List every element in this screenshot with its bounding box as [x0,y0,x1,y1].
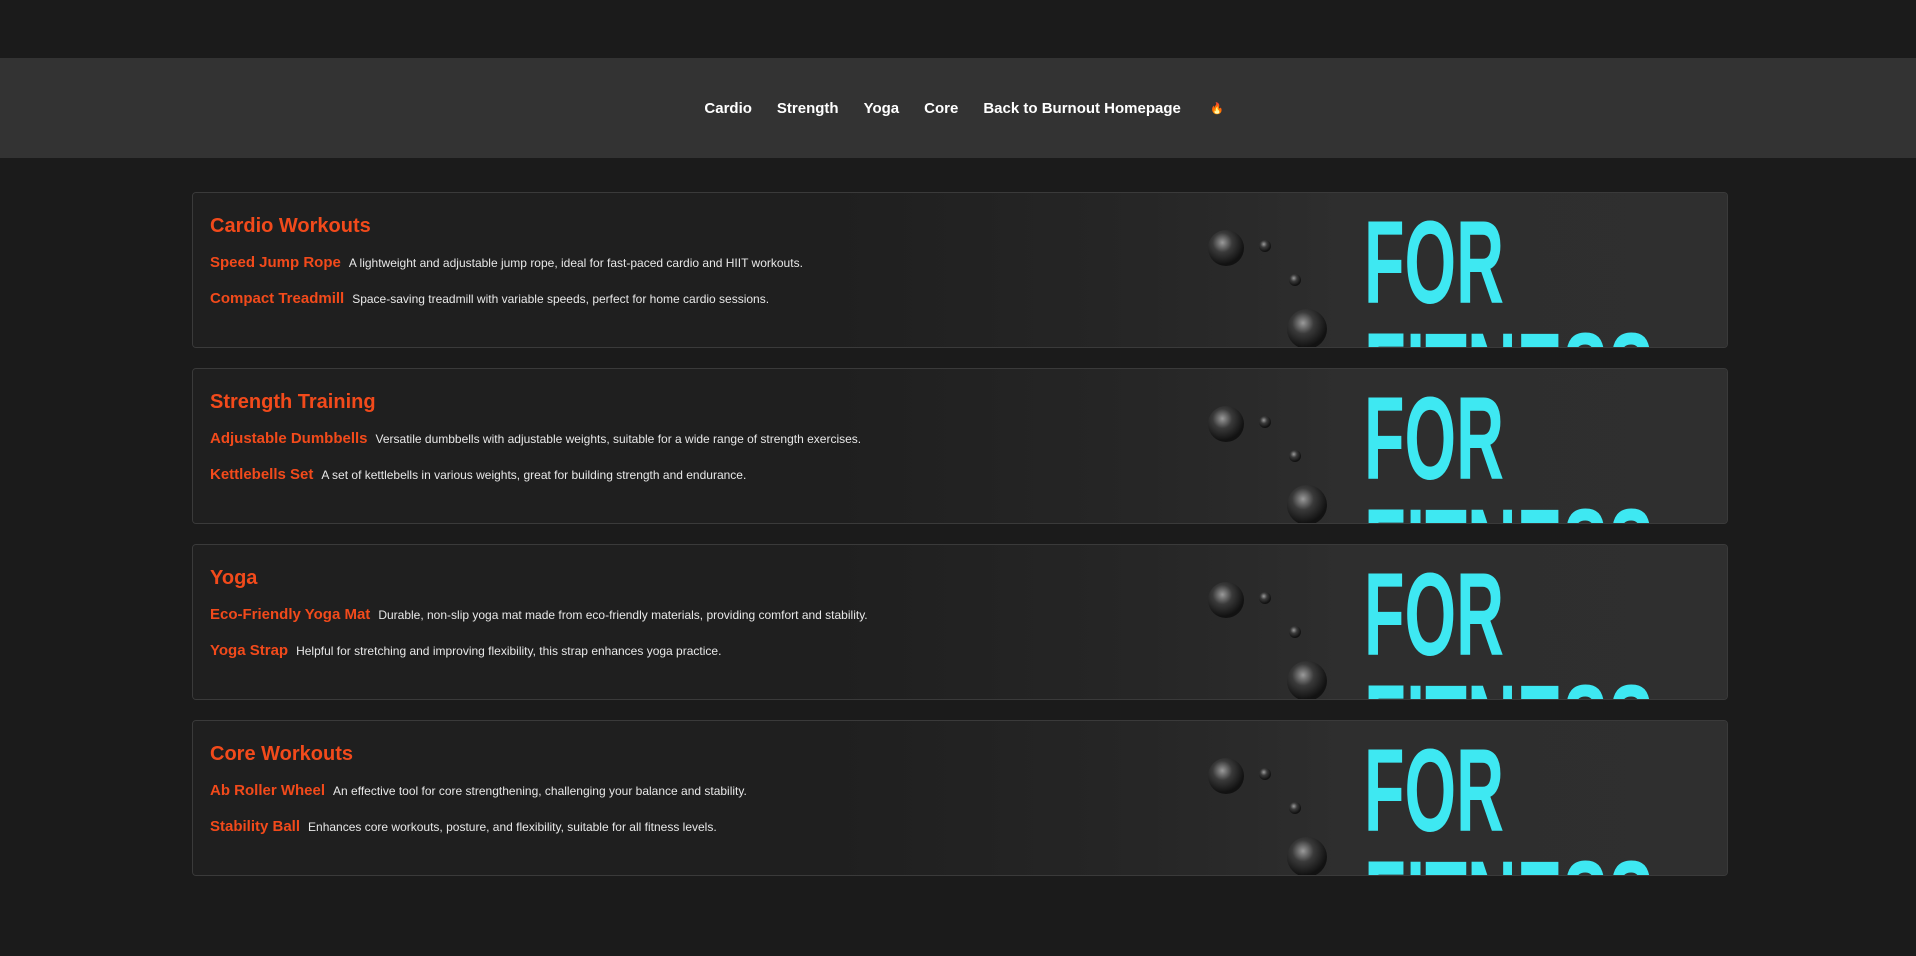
item-name: Kettlebells Set [210,466,314,483]
item-description: Helpful for stretching and improving fle… [296,644,722,658]
main-nav: Cardio Strength Yoga Core Back to Burnou… [0,58,1916,158]
item-description: Space-saving treadmill with variable spe… [352,292,770,306]
section-title: Yoga [210,567,258,589]
section-title: Strength Training [210,391,376,413]
list-item: Yoga Strap Helpful for stretching and im… [210,642,1710,678]
list-item: Speed Jump Rope A lightweight and adjust… [210,254,1710,290]
section-cardio: FOR FITNESS Cardio Workouts Speed Jump R… [192,192,1728,348]
section-title: Core Workouts [210,743,353,765]
item-description: A set of kettlebells in various weights,… [321,468,747,482]
section-title: Cardio Workouts [210,215,371,237]
list-item: Compact Treadmill Space-saving treadmill… [210,290,1710,326]
list-item: Stability Ball Enhances core workouts, p… [210,818,1710,854]
item-description: Versatile dumbbells with adjustable weig… [375,432,862,446]
list-item: Eco-Friendly Yoga Mat Durable, non-slip … [210,606,1710,642]
section-core: FOR FITNESS Core Workouts Ab Roller Whee… [192,720,1728,876]
list-item: Adjustable Dumbbells Versatile dumbbells… [210,430,1710,466]
nav-link-homepage[interactable]: Back to Burnout Homepage [983,100,1181,117]
nav-link-core[interactable]: Core [924,100,958,117]
list-item: Kettlebells Set A set of kettlebells in … [210,466,1710,502]
section-yoga: FOR FITNESS Yoga Eco-Friendly Yoga Mat D… [192,544,1728,700]
section-strength: FOR FITNESS Strength Training Adjustable… [192,368,1728,524]
top-strip [0,0,1916,58]
item-name: Eco-Friendly Yoga Mat [210,606,371,623]
item-name: Ab Roller Wheel [210,782,326,799]
nav-link-strength[interactable]: Strength [777,100,839,117]
item-name: Compact Treadmill [210,290,345,307]
list-item: Ab Roller Wheel An effective tool for co… [210,782,1710,818]
item-description: Durable, non-slip yoga mat made from eco… [378,608,868,622]
item-description: A lightweight and adjustable jump rope, … [348,256,803,270]
item-name: Speed Jump Rope [210,254,341,271]
item-description: An effective tool for core strengthening… [333,784,747,798]
fire-icon: 🔥 [1210,102,1225,115]
item-name: Adjustable Dumbbells [210,430,368,447]
item-name: Stability Ball [210,818,301,835]
nav-link-yoga[interactable]: Yoga [864,100,900,117]
item-name: Yoga Strap [210,642,289,659]
workout-sections: FOR FITNESS Cardio Workouts Speed Jump R… [192,192,1728,896]
nav-link-cardio[interactable]: Cardio [704,100,752,117]
item-description: Enhances core workouts, posture, and fle… [308,820,717,834]
